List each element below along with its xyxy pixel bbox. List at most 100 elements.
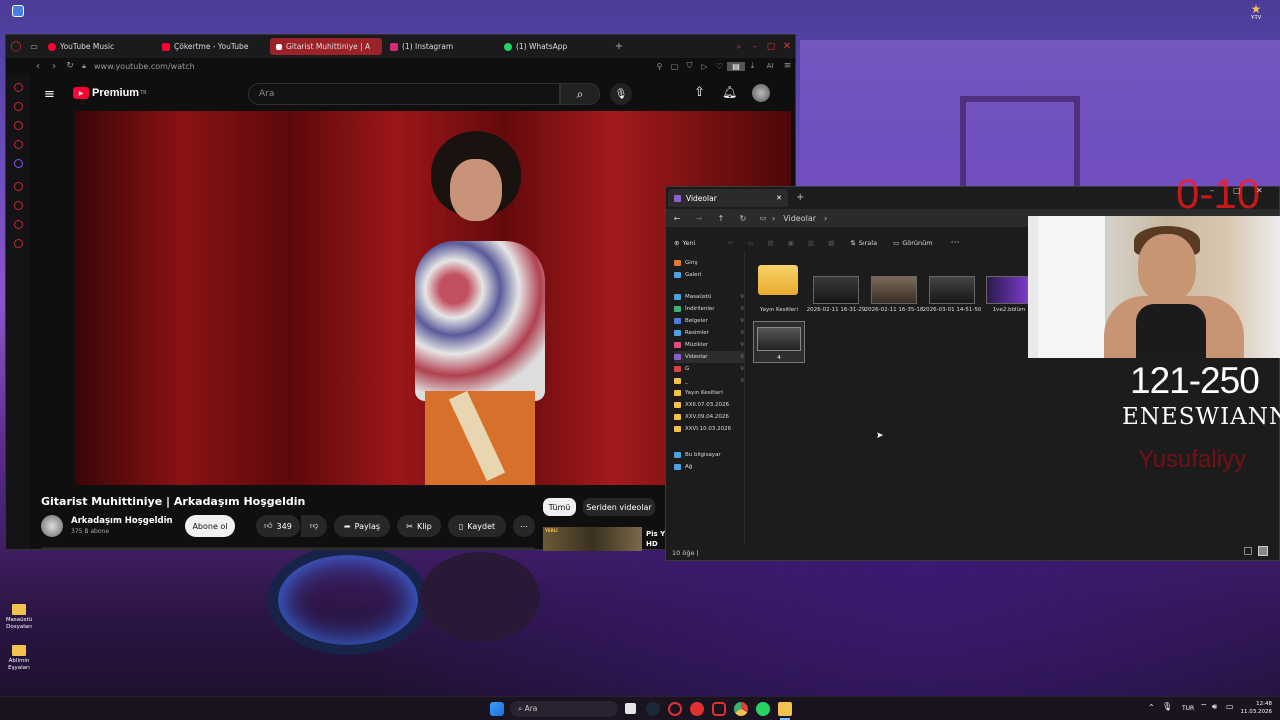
save-button[interactable]: ▯ Kaydet: [448, 515, 506, 537]
microphone-icon[interactable]: 🎙︎: [1162, 702, 1172, 711]
clip-button[interactable]: ✂ Klip: [397, 515, 441, 537]
shield-icon[interactable]: ⛉: [682, 61, 697, 71]
paste-icon[interactable]: ▤: [768, 239, 774, 247]
back-icon[interactable]: ‹: [30, 61, 46, 72]
opera-gx-icon[interactable]: [668, 702, 682, 716]
chrome-icon[interactable]: [734, 702, 748, 716]
new-button[interactable]: ⊕ Yeni: [674, 239, 714, 247]
like-button[interactable]: 👍︎ 349: [256, 515, 300, 537]
nav-item[interactable]: Yayın Kesitleri: [674, 387, 744, 399]
nav-item[interactable]: Galeri: [674, 269, 744, 281]
file-explorer-icon[interactable]: [778, 702, 792, 716]
selected-item[interactable]: 4: [753, 321, 805, 363]
more-actions-button[interactable]: ⋯: [513, 515, 535, 537]
nav-item[interactable]: XXVI.10.03.2026: [674, 423, 744, 435]
channel-name[interactable]: Arkadaşım Hoşgeldin: [71, 516, 173, 526]
explorer-tab[interactable]: Videolar ✕: [668, 189, 788, 207]
rename-icon[interactable]: ▣: [788, 239, 794, 247]
nav-item[interactable]: İndirilenler ⚲: [674, 303, 744, 315]
explorer-close-icon[interactable]: ✕: [1256, 186, 1263, 195]
bag-icon[interactable]: [13, 102, 23, 111]
snapshot-icon[interactable]: ▢: [667, 62, 682, 71]
details-view-icon[interactable]: [1244, 547, 1252, 555]
pin-icon[interactable]: ⚲: [652, 62, 667, 71]
tab-youtube-music[interactable]: YouTube Music: [42, 38, 154, 55]
sort-button[interactable]: ⇅ Sırala: [850, 239, 877, 247]
forward-icon[interactable]: →: [688, 214, 710, 223]
task-view-icon[interactable]: [625, 703, 636, 714]
refresh-icon[interactable]: ↻: [732, 214, 754, 223]
player-icon[interactable]: [13, 182, 23, 191]
recommended-video-thumbnail[interactable]: YERLİ: [543, 527, 642, 551]
nav-item[interactable]: _ ⚲: [674, 375, 744, 387]
menu-icon[interactable]: ≡: [780, 61, 795, 71]
desktop-icon-masaustu-dosyalari[interactable]: Masaüstü Dosyaları: [2, 604, 36, 631]
chip-series[interactable]: Seriden videolar: [583, 498, 655, 516]
youtube-premium-logo[interactable]: ▶ Premium TR: [73, 87, 147, 99]
tab-instagram[interactable]: (1) Instagram: [384, 38, 496, 55]
volume-icon[interactable]: 🔊︎: [1212, 702, 1217, 712]
chevron-up-icon[interactable]: ⌃: [1148, 703, 1155, 712]
minimize-icon[interactable]: –: [747, 42, 763, 52]
share-button[interactable]: ➦ Paylaş: [334, 515, 390, 537]
upload-icon[interactable]: ⇧: [694, 85, 705, 100]
flow-icon[interactable]: [13, 220, 23, 229]
nav-item[interactable]: Belgeler ⚲: [674, 315, 744, 327]
microphone-icon[interactable]: 🎙︎: [610, 83, 632, 105]
subscribe-button[interactable]: Abone ol: [185, 515, 235, 537]
video-thumbnail[interactable]: [871, 276, 917, 304]
play-icon[interactable]: ▷: [697, 62, 712, 71]
language-indicator[interactable]: TUR: [1182, 705, 1194, 712]
nav-item[interactable]: G ⚲: [674, 363, 744, 375]
whatsapp-icon[interactable]: [756, 702, 770, 716]
avatar[interactable]: [752, 84, 770, 102]
messenger-icon[interactable]: [13, 121, 23, 130]
clock[interactable]: 12:48 11.03.2026: [1240, 700, 1273, 716]
video-thumbnail[interactable]: [986, 276, 1028, 304]
opera-icon[interactable]: [690, 702, 704, 716]
tiles-view-icon[interactable]: [1258, 546, 1268, 556]
more-icon[interactable]: ⋯: [951, 238, 960, 248]
opera-icon[interactable]: ◯: [6, 41, 26, 52]
nav-item[interactable]: Giriş: [674, 257, 744, 269]
tab-gitarist-muhittiniye[interactable]: Gitarist Muhittiniye | A: [270, 38, 382, 55]
search-tabs-icon[interactable]: ⌕: [731, 42, 747, 52]
windows-start-icon[interactable]: [490, 702, 504, 716]
app-icon[interactable]: [712, 702, 726, 716]
tab-whatsapp[interactable]: (1) WhatsApp: [498, 38, 610, 55]
explorer-maximize-icon[interactable]: ▢: [1233, 186, 1241, 195]
channel-avatar[interactable]: [41, 515, 63, 537]
nav-item[interactable]: Resimler ⚲: [674, 327, 744, 339]
folder-item-yayin-kesitleri[interactable]: [754, 263, 802, 309]
clock-icon[interactable]: [13, 201, 23, 210]
bell-icon[interactable]: 🔔︎: [722, 85, 737, 99]
desktop-icon-ablimin-esyalari[interactable]: Ablimin Eşyaları: [2, 645, 36, 672]
ai-button[interactable]: AI: [760, 62, 780, 70]
nav-item[interactable]: Ağ: [674, 461, 744, 473]
workspaces-icon[interactable]: ▭: [26, 42, 42, 51]
video-thumbnail[interactable]: [929, 276, 975, 304]
copy-icon[interactable]: ▭: [747, 239, 753, 247]
breadcrumb[interactable]: Videolar: [783, 214, 816, 223]
search-button[interactable]: ⌕: [560, 83, 600, 105]
explorer-minimize-icon[interactable]: –: [1210, 186, 1214, 195]
video-thumbnail[interactable]: [813, 276, 859, 304]
ytv-app-icon[interactable]: ★ Y-TV: [1246, 3, 1266, 21]
easy-setup-icon[interactable]: ▤: [727, 61, 745, 71]
steam-icon[interactable]: [646, 702, 660, 716]
dislike-button[interactable]: 👎︎: [301, 515, 327, 537]
close-icon[interactable]: ✕: [779, 41, 795, 52]
twitch-icon[interactable]: [13, 159, 23, 168]
delete-icon[interactable]: ▦: [828, 239, 834, 247]
reload-icon[interactable]: ↻: [62, 61, 78, 71]
up-icon[interactable]: ↑: [710, 214, 732, 223]
music-icon[interactable]: [13, 140, 23, 149]
chip-all[interactable]: Tümü: [543, 498, 576, 516]
settings-icon[interactable]: [13, 239, 23, 248]
nav-item[interactable]: Masaüstü ⚲: [674, 291, 744, 303]
url-field[interactable]: www.youtube.com/watch: [94, 62, 195, 71]
new-tab-icon[interactable]: +: [796, 192, 804, 203]
heart-icon[interactable]: ♡: [712, 62, 727, 71]
new-tab-icon[interactable]: +: [612, 41, 626, 52]
top-left-app-icon[interactable]: [12, 5, 24, 17]
